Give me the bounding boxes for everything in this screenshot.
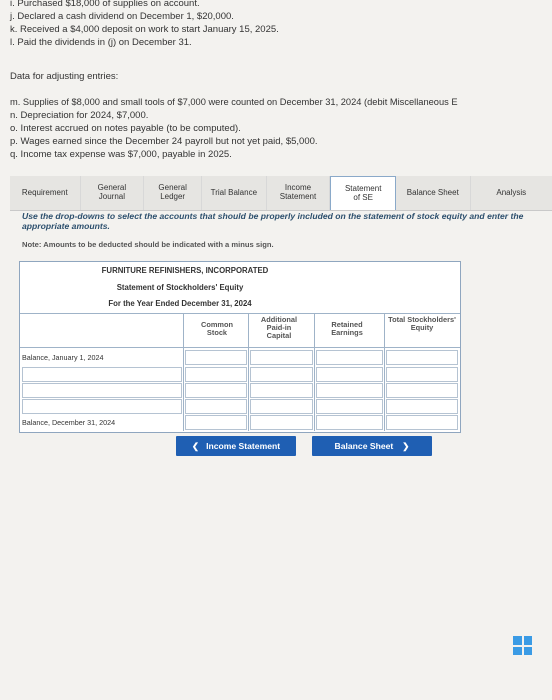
- input-r4-total[interactable]: [386, 399, 458, 414]
- tab-general-ledger[interactable]: General Ledger: [144, 176, 203, 210]
- adjusting-item-m: m. Supplies of $8,000 and small tools of…: [10, 97, 458, 107]
- input-end-retained[interactable]: [316, 415, 383, 430]
- transaction-i: i. Purchased $18,000 of supplies on acco…: [10, 0, 200, 9]
- input-beg-total[interactable]: [386, 350, 458, 365]
- prev-button-label: Income Statement: [206, 441, 281, 451]
- next-button-label: Balance Sheet: [334, 441, 394, 451]
- adjusting-item-p: p. Wages earned since the December 24 pa…: [10, 136, 318, 147]
- input-r3-total[interactable]: [386, 383, 458, 398]
- input-beg-common[interactable]: [185, 350, 247, 365]
- transaction-k: k. Received a $4,000 deposit on work to …: [10, 24, 279, 35]
- tab-general-journal[interactable]: General Journal: [81, 176, 145, 210]
- requirement-tabs: Requirement General Journal General Ledg…: [10, 176, 552, 211]
- company-name: FURNITURE REFINISHERS, INCORPORATED: [101, 266, 269, 275]
- row-label-beginning: Balance, January 1, 2024: [22, 353, 104, 362]
- instructions: Use the drop-downs to select the account…: [22, 211, 524, 231]
- input-end-apic[interactable]: [250, 415, 313, 430]
- input-r2-retained[interactable]: [316, 367, 383, 382]
- col-total-se: Total Stockholders' Equity: [388, 315, 456, 333]
- input-r3-retained[interactable]: [316, 383, 383, 398]
- adjusting-heading: Data for adjusting entries:: [10, 71, 119, 82]
- input-r2-apic[interactable]: [250, 367, 313, 382]
- input-r4-common[interactable]: [185, 399, 247, 414]
- chevron-left-icon: ❮: [191, 440, 200, 451]
- col-apic: Additional Paid-in Capital: [260, 315, 298, 341]
- input-end-common[interactable]: [185, 415, 247, 430]
- row-label-ending: Balance, December 31, 2024: [22, 418, 116, 427]
- input-r2-total[interactable]: [386, 367, 458, 382]
- col-retained-earnings: Retained Earnings: [331, 320, 363, 338]
- account-dropdown-1[interactable]: [22, 367, 182, 382]
- next-balance-sheet-button[interactable]: Balance Sheet ❯: [312, 436, 432, 456]
- statement-period: For the Year Ended December 31, 2024: [108, 299, 252, 308]
- statement-of-se-worksheet: FURNITURE REFINISHERS, INCORPORATED Stat…: [19, 261, 461, 433]
- adjusting-item-o: o. Interest accrued on notes payable (to…: [10, 123, 241, 134]
- tab-income-statement[interactable]: Income Statement: [267, 176, 331, 210]
- adjusting-item-n: n. Depreciation for 2024, $7,000.: [10, 110, 149, 121]
- chevron-right-icon: ❯: [402, 440, 410, 451]
- tab-statement-se[interactable]: Statement of SE: [330, 176, 397, 210]
- tab-trial-balance[interactable]: Trial Balance: [202, 176, 267, 210]
- tab-analysis[interactable]: Analysis: [471, 176, 552, 210]
- account-dropdown-2[interactable]: [22, 383, 182, 398]
- transaction-l: l. Paid the dividends in (j) on December…: [10, 37, 192, 48]
- input-r2-common[interactable]: [185, 367, 247, 382]
- adjusting-item-q: q. Income tax expense was $7,000, payabl…: [10, 149, 232, 160]
- account-dropdown-3[interactable]: [22, 399, 182, 414]
- input-end-total[interactable]: [386, 415, 458, 430]
- note: Note: Amounts to be deducted should be i…: [22, 240, 274, 249]
- windows-logo-icon: [513, 636, 532, 655]
- statement-title: Statement of Stockholders' Equity: [116, 283, 244, 292]
- col-common-stock: Common Stock: [200, 320, 234, 338]
- tab-balance-sheet[interactable]: Balance Sheet: [396, 176, 471, 210]
- input-r4-apic[interactable]: [250, 399, 313, 414]
- input-r4-retained[interactable]: [316, 399, 383, 414]
- tab-requirement[interactable]: Requirement: [10, 176, 81, 210]
- transaction-j: j. Declared a cash dividend on December …: [10, 11, 234, 22]
- prev-income-statement-button[interactable]: ❮ Income Statement: [176, 436, 296, 456]
- input-beg-apic[interactable]: [250, 350, 313, 365]
- input-r3-common[interactable]: [185, 383, 247, 398]
- input-beg-retained[interactable]: [316, 350, 383, 365]
- input-r3-apic[interactable]: [250, 383, 313, 398]
